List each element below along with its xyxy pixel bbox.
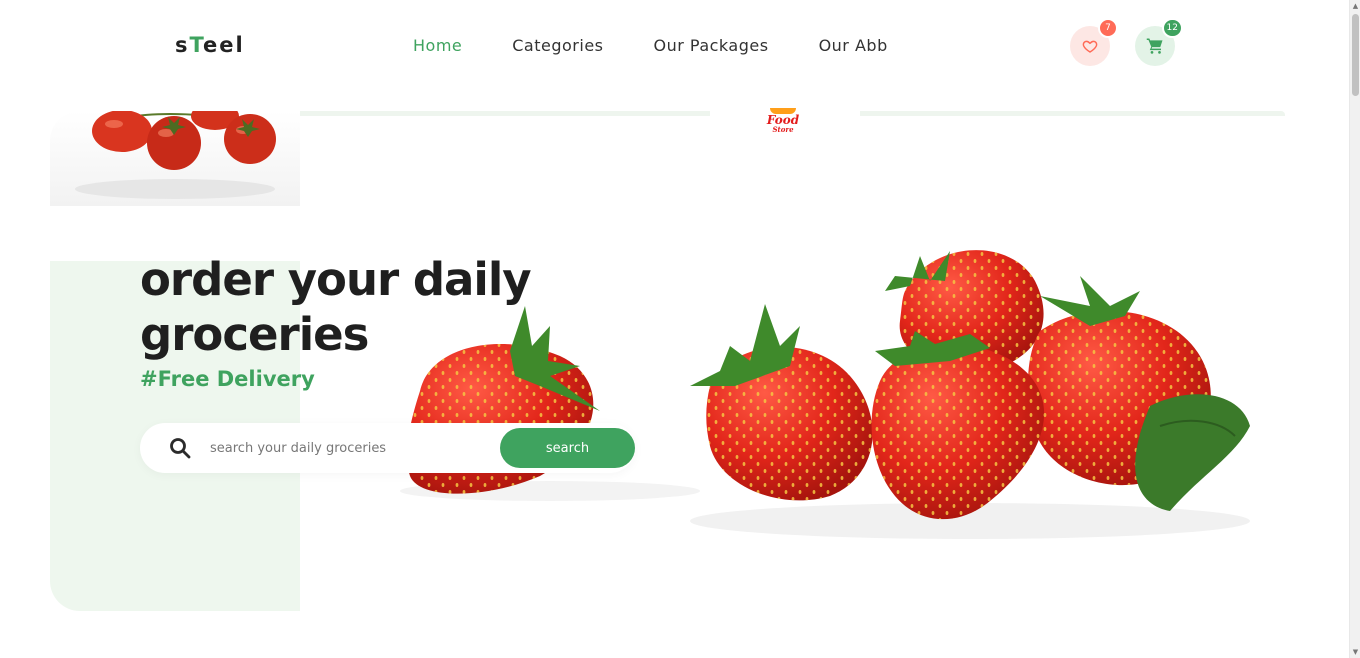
tomato-image	[50, 111, 300, 206]
logo-suffix: eel	[203, 33, 245, 57]
search-input[interactable]	[210, 433, 490, 463]
hero-tagline: #Free Delivery	[140, 367, 315, 391]
search-bar: search	[140, 423, 635, 473]
hero-top-divider	[300, 111, 710, 116]
cart-icon	[1146, 38, 1163, 54]
wishlist-button[interactable]: 7	[1070, 18, 1118, 66]
scroll-thumb[interactable]	[1352, 14, 1359, 96]
nav-categories[interactable]: Categories	[512, 36, 603, 55]
page-scrollbar[interactable]: ▲ ▼	[1349, 0, 1360, 658]
logo-accent: T	[189, 33, 204, 57]
food-store-line2: Store	[772, 125, 794, 134]
main-nav: Home Categories Our Packages Our Abb	[413, 36, 888, 55]
site-logo[interactable]: sTeel	[175, 33, 245, 57]
heart-icon	[1082, 40, 1098, 53]
hero-top-divider	[860, 111, 1285, 116]
food-store-logo: Food Store	[766, 108, 800, 142]
scroll-up-arrow[interactable]: ▲	[1350, 0, 1360, 12]
search-icon[interactable]	[168, 436, 192, 460]
nav-our-abb[interactable]: Our Abb	[819, 36, 888, 55]
scroll-down-arrow[interactable]: ▼	[1350, 646, 1360, 658]
cart-button[interactable]: 12	[1135, 18, 1183, 66]
nav-home[interactable]: Home	[413, 36, 462, 55]
cart-count-badge: 12	[1161, 18, 1183, 38]
hero-headline: order your daily groceries	[140, 253, 532, 361]
wishlist-count-badge: 7	[1098, 18, 1118, 38]
search-button[interactable]: search	[500, 428, 635, 468]
nav-our-packages[interactable]: Our Packages	[654, 36, 769, 55]
logo-prefix: s	[175, 33, 190, 57]
